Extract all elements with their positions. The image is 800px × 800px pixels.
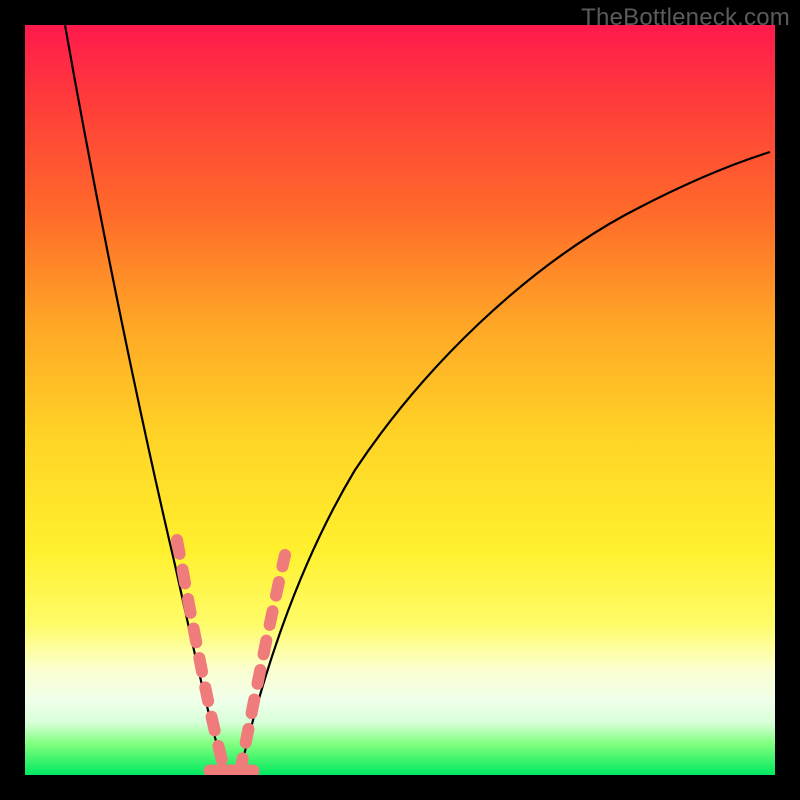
curve-right-branch [240,152,770,772]
watermark-label: TheBottleneck.com [581,4,790,32]
optimum-highlight-left [177,540,225,772]
optimum-highlight-right [240,555,285,772]
bottleneck-curve [25,25,775,775]
